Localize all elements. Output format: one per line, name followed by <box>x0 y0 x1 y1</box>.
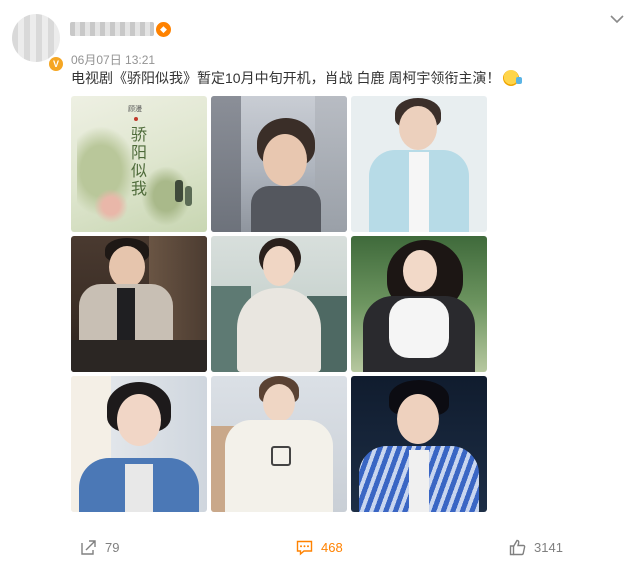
comment-icon <box>296 540 313 556</box>
photo-man-white-hoodie[interactable] <box>211 376 347 512</box>
photo-grid: 顾漫 骄阳似我 <box>71 96 488 512</box>
chevron-down-icon[interactable] <box>608 10 626 28</box>
comment-count: 468 <box>321 539 343 555</box>
share-count: 79 <box>105 539 120 555</box>
photo-woman-cape[interactable] <box>211 236 347 372</box>
photo-man-trench-coat[interactable] <box>71 236 207 372</box>
like-count: 3141 <box>534 539 563 555</box>
comment-button[interactable]: 468 <box>296 537 343 557</box>
thumbs-up-icon <box>509 539 526 555</box>
weibo-post-card: V ◆ 06月07日 13:21 电视剧《骄阳似我》暂定10月中旬开机，肖战 白… <box>0 0 640 568</box>
photo-man-striped-shirt[interactable] <box>351 376 487 512</box>
vip-icon: ◆ <box>156 22 171 37</box>
share-button[interactable]: 79 <box>80 537 119 557</box>
post-body: 电视剧《骄阳似我》暂定10月中旬开机，肖战 白鹿 周柯宇领衔主演！ <box>71 70 501 86</box>
photo-woman-denim[interactable] <box>71 376 207 512</box>
username-blurred[interactable] <box>70 22 154 36</box>
poster-caption: 顾漫 <box>128 105 142 113</box>
share-icon <box>81 539 96 555</box>
post-text: 电视剧《骄阳似我》暂定10月中旬开机，肖战 白鹿 周柯宇领衔主演！ <box>71 68 523 88</box>
emoji-icon <box>503 70 523 86</box>
like-button[interactable]: 3141 <box>509 537 563 557</box>
poster-title: 骄阳似我 <box>131 125 148 198</box>
verified-badge-icon: V <box>47 55 65 73</box>
photo-man-street[interactable] <box>211 96 347 232</box>
photo-woman-lace-dress[interactable] <box>351 236 487 372</box>
post-timestamp[interactable]: 06月07日 13:21 <box>71 51 155 68</box>
photo-man-light-shirt[interactable] <box>351 96 487 232</box>
photo-poster-art[interactable]: 顾漫 骄阳似我 <box>71 96 207 232</box>
